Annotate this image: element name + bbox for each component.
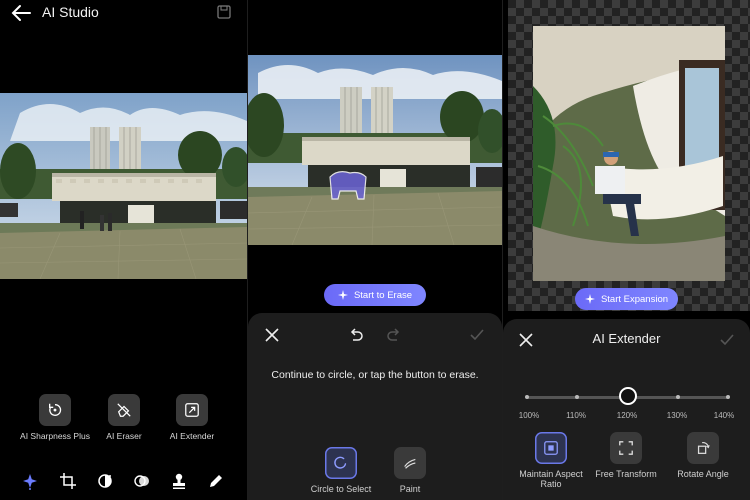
ai-sharpness-plus-button[interactable]: AI Sharpness Plus [17, 394, 93, 441]
option-label: Rotate Angle [677, 469, 729, 479]
lasso-icon [325, 447, 357, 479]
bottom-toolbar [0, 470, 247, 492]
maintain-aspect-ratio-button[interactable]: Maintain Aspect Ratio [517, 432, 585, 489]
ai-eraser-button[interactable]: AI Eraser [86, 394, 162, 441]
tool-label: AI Extender [169, 431, 215, 441]
slider-tick-label: 120% [616, 411, 638, 420]
back-arrow-icon[interactable] [10, 4, 32, 22]
confirm-check-icon[interactable] [468, 326, 486, 344]
start-to-erase-label: Start to Erase [353, 289, 413, 301]
mode-label: Paint [399, 484, 421, 494]
free-transform-icon [610, 432, 642, 464]
redo-icon[interactable] [385, 326, 403, 344]
tool-label: AI Eraser [106, 431, 142, 441]
sheet-header [248, 313, 502, 357]
save-icon[interactable] [217, 5, 231, 19]
extender-photo-preview[interactable] [533, 26, 725, 281]
extender-icon [176, 394, 208, 426]
paint-button[interactable]: Paint [382, 447, 438, 494]
instruction-message: Continue to circle, or tap the button to… [271, 369, 479, 381]
sparkle-icon [584, 294, 595, 304]
slider-tick-label: 100% [518, 411, 540, 420]
confirm-check-icon[interactable] [718, 331, 736, 349]
slider-tick-label: 130% [666, 411, 688, 420]
slider-stop [726, 395, 730, 399]
ai-extender-panel: Start Expansion AI Extender 100% 110% 12… [503, 0, 750, 500]
undo-icon[interactable] [347, 326, 365, 344]
stamp-icon[interactable] [170, 472, 188, 490]
top-bar: AI Studio [0, 0, 247, 26]
option-label: Maintain Aspect Ratio [519, 469, 583, 489]
page-title: AI Studio [42, 4, 99, 20]
aspect-ratio-icon [535, 432, 567, 464]
mode-label: Circle to Select [310, 484, 372, 494]
slider-tick-label: 140% [713, 411, 735, 420]
sheet-title: AI Extender [592, 331, 661, 346]
pen-icon[interactable] [207, 472, 225, 490]
slider-stop [675, 395, 680, 399]
filter-icon[interactable] [133, 472, 151, 490]
start-expansion-label: Start Expansion [600, 293, 669, 305]
crop-icon[interactable] [59, 472, 77, 490]
start-to-erase-button[interactable]: Start to Erase [324, 284, 426, 306]
slider-knob[interactable] [618, 387, 637, 405]
expansion-scale-slider[interactable] [525, 387, 730, 407]
free-transform-button[interactable]: Free Transform [595, 432, 657, 479]
close-icon[interactable] [263, 326, 281, 344]
sharpness-icon [39, 394, 71, 426]
ai-eraser-panel: Start to Erase Continue to circle, or ta… [248, 0, 502, 500]
eraser-bottom-sheet: Continue to circle, or tap the button to… [248, 313, 502, 500]
extender-bottom-sheet: AI Extender 100% 110% 120% 130% 140% Mai… [503, 319, 750, 500]
eraser-icon [108, 394, 140, 426]
photo-preview [0, 93, 247, 279]
rotate-icon [687, 432, 719, 464]
slider-tick-label: 110% [566, 411, 586, 420]
start-expansion-button[interactable]: Start Expansion [575, 288, 678, 310]
rotate-angle-button[interactable]: Rotate Angle [671, 432, 735, 479]
option-label: Free Transform [595, 469, 657, 479]
ai-studio-panel: AI Studio AI Sharpness Plus AI Eraser AI… [0, 0, 247, 500]
brush-icon [394, 447, 426, 479]
ai-sparkle-icon[interactable] [21, 472, 39, 490]
eraser-photo-preview [248, 55, 502, 245]
adjust-icon[interactable] [96, 472, 114, 490]
slider-stop [525, 395, 529, 399]
ai-extender-button[interactable]: AI Extender [154, 394, 230, 441]
sparkle-icon [337, 290, 348, 300]
tool-label: AI Sharpness Plus [20, 431, 90, 441]
circle-to-select-button[interactable]: Circle to Select [304, 447, 378, 494]
ai-tools-row: AI Sharpness Plus AI Eraser AI Extender [0, 394, 247, 454]
